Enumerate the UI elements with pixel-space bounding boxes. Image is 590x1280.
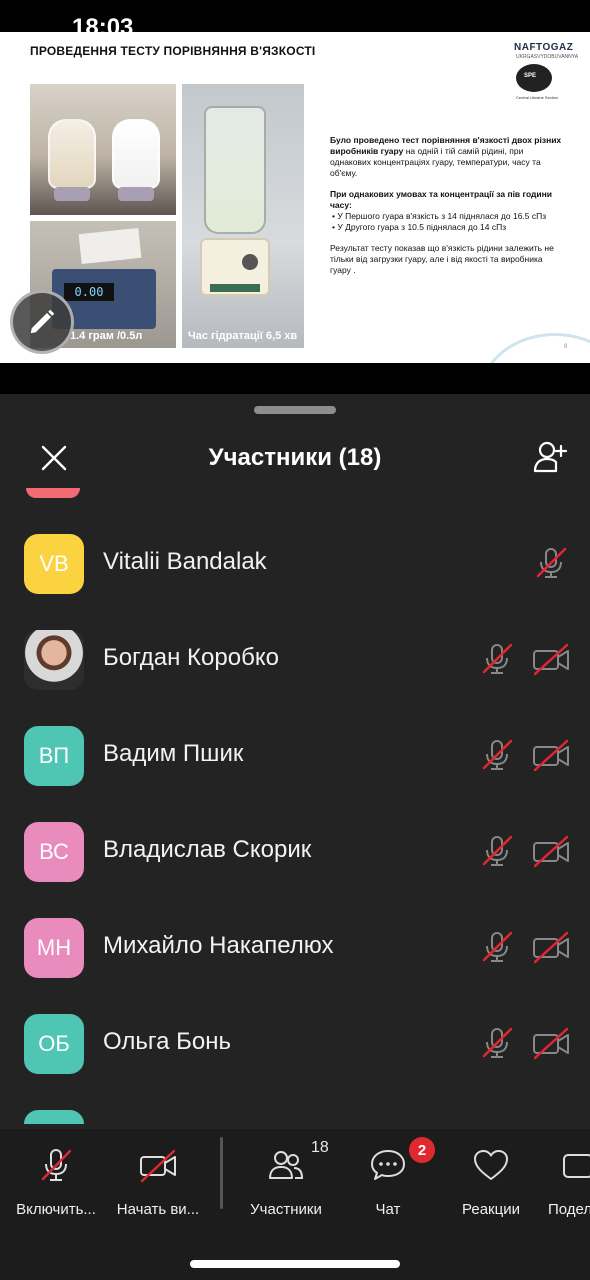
mic-muted-icon[interactable]: [478, 928, 516, 966]
naftogaz-spe-logo: NAFTOGAZ UKRGASVYDOBUVANNYA SPE Central …: [502, 40, 586, 102]
participant-name: Михайло Накапелюх: [103, 932, 334, 959]
spe-sub: Central Ukraine Section: [516, 95, 559, 100]
avatar: ОБ: [24, 1014, 84, 1074]
drag-handle[interactable]: [254, 406, 336, 414]
mic-muted-icon[interactable]: [478, 1024, 516, 1062]
video-off-icon[interactable]: [530, 736, 572, 774]
participant-name: Владислав Скорик: [103, 836, 312, 863]
chat-icon: [371, 1150, 405, 1180]
video-off-icon[interactable]: [530, 928, 572, 966]
slide-decor-arc: [480, 333, 590, 363]
photo-blender: [182, 84, 304, 348]
avatar: ВС: [24, 822, 84, 882]
mic-muted-icon[interactable]: [478, 832, 516, 870]
pencil-icon: [30, 309, 55, 334]
participant-name: Ольга Бонь: [103, 1028, 232, 1055]
annotate-pen-button[interactable]: [10, 290, 74, 354]
mic-muted-icon: [41, 1149, 72, 1181]
participant-name: Vitalii Bandalak: [103, 548, 267, 575]
spe-text: SPE: [524, 73, 537, 79]
video-off-icon[interactable]: [530, 1024, 572, 1062]
avatar-photo: [24, 630, 84, 690]
slide-title: ПРОВЕДЕННЯ ТЕСТУ ПОРІВНЯННЯ В'ЯЗКОСТІ: [30, 44, 316, 58]
participant-row[interactable]: МН Михайло Накапелюх: [0, 900, 590, 996]
partial-avatar: [26, 488, 80, 498]
mic-muted-icon[interactable]: [532, 544, 570, 582]
logo-naftogaz: NAFTOGAZ: [514, 42, 574, 53]
status-bar: 18:03: [0, 0, 590, 41]
slide-p3: Результат тесту показав що в'язкість рід…: [330, 243, 554, 275]
panel-title: Участники (18): [208, 444, 382, 471]
participants-icon: [269, 1151, 304, 1179]
slide-bullet-1: • У Першого гуара в'язкість з 14 підняла…: [332, 211, 547, 221]
add-user-icon: [533, 441, 568, 473]
slide-page-number: 8: [564, 344, 568, 350]
toolbar-divider: [220, 1137, 223, 1209]
mic-muted-icon[interactable]: [478, 736, 516, 774]
start-video-label: Начать ви...: [116, 1201, 200, 1218]
photo-guar-jars: [30, 84, 176, 215]
participants-count: 18: [311, 1139, 329, 1156]
participant-name: Вадим Пшик: [103, 740, 244, 767]
slide-p2-bold: При однакових умовах та концентрації за …: [330, 189, 553, 210]
participant-row[interactable]: VB Vitalii Bandalak: [0, 516, 590, 612]
chat-unread-badge: 2: [409, 1137, 435, 1163]
participant-row[interactable]: ВП Вадим Пшик: [0, 708, 590, 804]
avatar: ВП: [24, 726, 84, 786]
heart-icon: [474, 1150, 508, 1180]
avatar: VB: [24, 534, 84, 594]
invite-button[interactable]: [530, 438, 570, 478]
scale-display: 0.00: [64, 283, 114, 301]
video-off-icon[interactable]: [530, 832, 572, 870]
jar-first-guar: [48, 119, 96, 189]
participant-row[interactable]: [0, 1092, 590, 1124]
chat-label: Чат: [375, 1201, 401, 1218]
slide-bullet-2: • У Другого гуара з 10.5 піднялася до 14…: [332, 222, 507, 232]
caption-weight: 1.4 грам /0.5л: [70, 330, 143, 342]
participant-row[interactable]: ОБ Ольга Бонь: [0, 996, 590, 1092]
unmute-label: Включить...: [16, 1201, 96, 1218]
share-label: Подел: [548, 1201, 590, 1218]
reactions-label: Реакции: [462, 1201, 520, 1218]
participant-row[interactable]: Богдан Коробко: [0, 612, 590, 708]
avatar: [24, 1110, 84, 1124]
unmute-button[interactable]: Включить...: [6, 1143, 106, 1223]
logo-sub: UKRGASVYDOBUVANNYA: [516, 54, 579, 60]
participant-row[interactable]: ВС Владислав Скорик: [0, 804, 590, 900]
participants-list: VB Vitalii Bandalak Богдан Коробко ВП Ва…: [0, 516, 590, 1124]
avatar: МН: [24, 918, 84, 978]
caption-hydration: Час гідратації 6,5 хв: [188, 330, 298, 342]
share-button[interactable]: Подел: [542, 1143, 590, 1223]
share-icon: [563, 1154, 590, 1178]
jar-second-guar: [112, 119, 160, 189]
shared-slide: ПРОВЕДЕННЯ ТЕСТУ ПОРІВНЯННЯ В'ЯЗКОСТІ NA…: [0, 32, 590, 363]
reactions-button[interactable]: Реакции: [448, 1143, 534, 1223]
mic-muted-icon[interactable]: [478, 640, 516, 678]
start-video-button[interactable]: Начать ви...: [110, 1143, 206, 1223]
video-off-icon[interactable]: [530, 640, 572, 678]
home-indicator[interactable]: [190, 1260, 400, 1268]
meeting-toolbar: Включить... Начать ви... Участники 18 Ча…: [0, 1129, 590, 1280]
slide-body-text: Було проведено тест порівняння в'язкості…: [330, 135, 565, 286]
video-off-icon: [140, 1149, 176, 1183]
participant-name: Богдан Коробко: [103, 644, 279, 671]
participants-label: Участники: [250, 1201, 322, 1218]
